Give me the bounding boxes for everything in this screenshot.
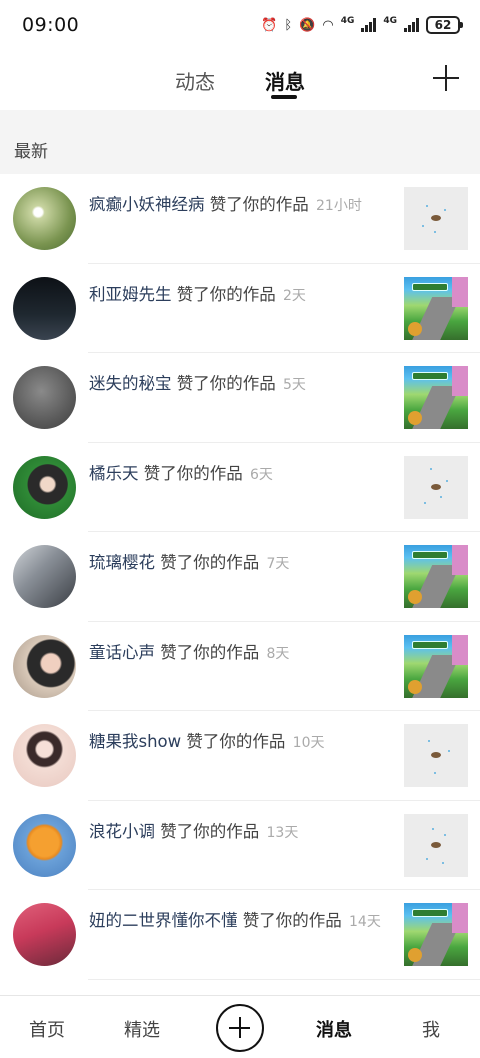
notification-list: 疯癫小妖神经病 赞了你的作品 21小时 利亚姆先生 赞了你的作品 2天 迷失的秘… bbox=[0, 174, 480, 980]
avatar[interactable] bbox=[13, 813, 76, 877]
username[interactable]: 疯癫小妖神经病 bbox=[89, 195, 205, 214]
username[interactable]: 童话心声 bbox=[89, 643, 155, 662]
post-thumbnail[interactable] bbox=[404, 366, 468, 429]
status-time: 09:00 bbox=[22, 14, 80, 36]
status-icons: ⏰ ᛒ 🔕 ◠ 4G 4G 62 bbox=[261, 16, 463, 34]
avatar[interactable] bbox=[13, 455, 76, 519]
timestamp: 8天 bbox=[266, 645, 290, 662]
username[interactable]: 妞的二世界懂你不懂 bbox=[89, 911, 238, 930]
notification-text: 糖果我show 赞了你的作品 10天 bbox=[89, 730, 399, 755]
avatar[interactable] bbox=[13, 276, 76, 340]
list-item[interactable]: 糖果我show 赞了你的作品 10天 bbox=[0, 711, 480, 801]
signal-type-2: 4G bbox=[383, 16, 397, 26]
battery-icon: 62 bbox=[426, 16, 463, 34]
tab-activity[interactable]: 动态 bbox=[175, 66, 215, 95]
list-item[interactable]: 迷失的秘宝 赞了你的作品 5天 bbox=[0, 353, 480, 443]
action-text: 赞了你的作品 bbox=[186, 732, 286, 751]
username[interactable]: 橘乐天 bbox=[89, 464, 139, 483]
username[interactable]: 琉璃樱花 bbox=[89, 553, 155, 572]
bluetooth-icon: ᛒ bbox=[284, 17, 293, 33]
post-thumbnail[interactable] bbox=[404, 724, 468, 787]
wifi-icon: ◠ bbox=[322, 17, 334, 33]
nav-home[interactable]: 首页 bbox=[29, 1016, 65, 1042]
tab-messages[interactable]: 消息 bbox=[265, 66, 305, 95]
timestamp: 14天 bbox=[349, 914, 381, 930]
top-header: 动态 消息 bbox=[0, 50, 480, 110]
create-post-icon[interactable] bbox=[216, 1004, 264, 1052]
username[interactable]: 利亚姆先生 bbox=[89, 285, 172, 304]
avatar[interactable] bbox=[13, 545, 76, 608]
list-item[interactable]: 利亚姆先生 赞了你的作品 2天 bbox=[0, 264, 480, 354]
alarm-icon: ⏰ bbox=[261, 17, 278, 33]
notification-text: 橘乐天 赞了你的作品 6天 bbox=[89, 462, 399, 487]
signal-bars-1-icon bbox=[361, 18, 377, 32]
notification-text: 妞的二世界懂你不懂 赞了你的作品 14天 bbox=[89, 909, 399, 934]
nav-me[interactable]: 我 bbox=[422, 1016, 440, 1042]
post-thumbnail[interactable] bbox=[404, 545, 468, 608]
notification-text: 疯癫小妖神经病 赞了你的作品 21小时 bbox=[89, 193, 399, 218]
post-thumbnail[interactable] bbox=[404, 903, 468, 966]
avatar[interactable] bbox=[13, 903, 76, 966]
timestamp: 6天 bbox=[250, 466, 273, 483]
action-text: 赞了你的作品 bbox=[143, 463, 243, 483]
notification-text: 琉璃樱花 赞了你的作品 7天 bbox=[89, 551, 399, 576]
section-header: 最新 bbox=[0, 110, 480, 174]
avatar[interactable] bbox=[13, 187, 76, 250]
mute-icon: 🔕 bbox=[299, 17, 316, 33]
list-item[interactable]: 疯癫小妖神经病 赞了你的作品 21小时 bbox=[0, 174, 480, 264]
post-thumbnail[interactable] bbox=[404, 187, 468, 250]
list-item[interactable]: 橘乐天 赞了你的作品 6天 bbox=[0, 443, 480, 533]
notification-text: 迷失的秘宝 赞了你的作品 5天 bbox=[89, 372, 399, 397]
timestamp: 10天 bbox=[292, 735, 325, 751]
username[interactable]: 糖果我show bbox=[89, 732, 181, 751]
notification-text: 利亚姆先生 赞了你的作品 2天 bbox=[89, 283, 399, 308]
post-thumbnail[interactable] bbox=[404, 634, 468, 698]
post-thumbnail[interactable] bbox=[404, 813, 468, 877]
avatar[interactable] bbox=[13, 366, 76, 429]
active-tab-indicator bbox=[271, 95, 297, 99]
nav-featured[interactable]: 精选 bbox=[124, 1016, 160, 1042]
action-text: 赞了你的作品 bbox=[160, 821, 260, 841]
username[interactable]: 迷失的秘宝 bbox=[89, 374, 172, 393]
avatar[interactable] bbox=[13, 634, 76, 698]
post-thumbnail[interactable] bbox=[404, 276, 468, 340]
signal-bars-2-icon bbox=[404, 18, 419, 32]
notification-text: 童话心声 赞了你的作品 8天 bbox=[89, 641, 399, 666]
timestamp: 21小时 bbox=[316, 198, 362, 214]
timestamp: 2天 bbox=[283, 287, 306, 304]
avatar[interactable] bbox=[13, 724, 76, 787]
bottom-nav: 首页 精选 消息 我 bbox=[0, 995, 480, 1058]
status-bar: 09:00 ⏰ ᛒ 🔕 ◠ 4G 4G 62 bbox=[0, 0, 480, 50]
action-text: 赞了你的作品 bbox=[209, 195, 309, 214]
timestamp: 5天 bbox=[283, 377, 306, 393]
post-thumbnail[interactable] bbox=[404, 455, 468, 519]
notification-text: 浪花小调 赞了你的作品 13天 bbox=[89, 820, 399, 845]
nav-messages[interactable]: 消息 bbox=[316, 1016, 352, 1042]
list-item[interactable]: 浪花小调 赞了你的作品 13天 bbox=[0, 801, 480, 891]
list-item[interactable]: 妞的二世界懂你不懂 赞了你的作品 14天 bbox=[0, 890, 480, 980]
action-text: 赞了你的作品 bbox=[160, 553, 260, 572]
username[interactable]: 浪花小调 bbox=[89, 822, 155, 841]
timestamp: 13天 bbox=[266, 824, 299, 841]
add-icon[interactable] bbox=[432, 64, 460, 92]
list-item[interactable]: 琉璃樱花 赞了你的作品 7天 bbox=[0, 532, 480, 622]
signal-type-1: 4G bbox=[340, 16, 355, 26]
action-text: 赞了你的作品 bbox=[242, 911, 342, 930]
action-text: 赞了你的作品 bbox=[160, 642, 260, 662]
action-text: 赞了你的作品 bbox=[176, 374, 276, 393]
list-item[interactable]: 童话心声 赞了你的作品 8天 bbox=[0, 622, 480, 712]
action-text: 赞了你的作品 bbox=[176, 284, 276, 304]
timestamp: 7天 bbox=[266, 556, 290, 572]
